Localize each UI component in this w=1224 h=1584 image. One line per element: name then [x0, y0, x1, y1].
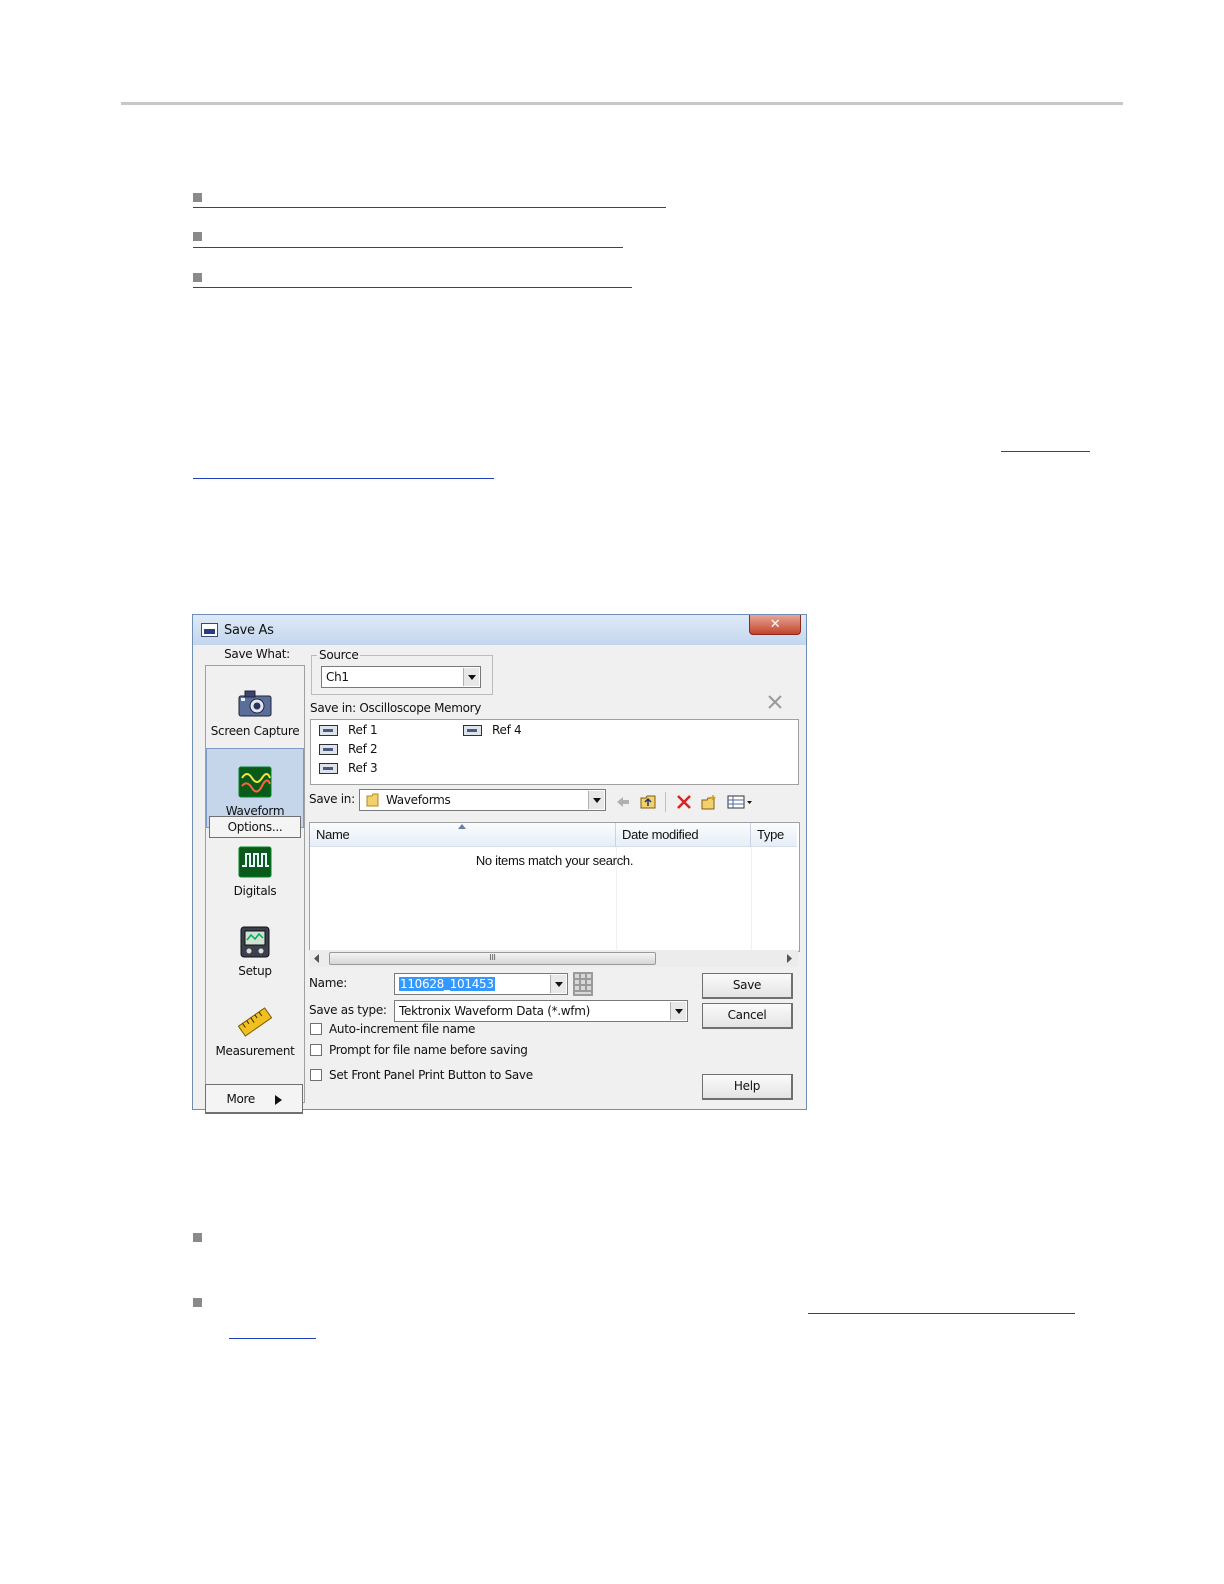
chevron-down-icon[interactable] [588, 791, 604, 809]
save-what-label: Save What: [224, 647, 290, 661]
ref-item[interactable]: Ref 4 [463, 723, 522, 737]
front-panel-print-checkbox[interactable] [310, 1069, 322, 1081]
bullet-5 [193, 1298, 202, 1307]
chevron-down-icon[interactable] [670, 1002, 686, 1020]
bullet-1 [193, 193, 202, 202]
waveform-icon [238, 766, 272, 798]
scroll-right-icon[interactable] [786, 954, 792, 963]
name-value: 110628_101453 [399, 977, 495, 991]
ref-item[interactable]: Ref 1 [319, 723, 378, 737]
column-header-name[interactable]: Name [310, 823, 616, 847]
link-underline-6[interactable] [808, 1313, 1075, 1314]
toolbar-separator [665, 792, 666, 812]
ref-memory-icon [319, 744, 338, 755]
bullet-2 [193, 232, 202, 241]
folder-select[interactable]: Waveforms [359, 789, 606, 811]
category-label: Measurement [215, 1044, 295, 1058]
help-button[interactable]: Help [702, 1074, 793, 1100]
source-label: Source [317, 648, 361, 662]
category-waveform[interactable]: Waveform [206, 766, 304, 818]
dialog-title: Save As [224, 623, 274, 638]
empty-message: No items match your search. [475, 853, 634, 868]
scroll-thumb[interactable]: III [329, 952, 656, 965]
new-folder-icon[interactable] [701, 794, 717, 810]
ref-memory-list: Ref 1 Ref 2 Ref 3 Ref 4 [310, 719, 799, 785]
title-bar: Save As ✕ [193, 615, 806, 645]
save-as-dialog: Save As ✕ Save What: Screen Capture Wave… [192, 614, 807, 1114]
category-screen-capture[interactable]: Screen Capture [206, 688, 304, 738]
horizontal-scrollbar[interactable]: III [309, 950, 798, 967]
keypad-icon[interactable] [573, 972, 593, 996]
chevron-down-icon[interactable] [550, 975, 566, 993]
category-measurement[interactable]: Measurement [206, 1006, 304, 1058]
save-button[interactable]: Save [702, 973, 793, 999]
back-arrow-icon[interactable] [615, 794, 631, 810]
camera-icon [238, 690, 272, 717]
auto-increment-checkbox[interactable] [310, 1023, 322, 1035]
save-what-panel: Screen Capture Waveform Options... Digit… [205, 665, 305, 1114]
save-as-type-label: Save as type: [309, 1003, 387, 1017]
ref-item[interactable]: Ref 2 [319, 742, 378, 756]
source-select[interactable]: Ch1 [321, 666, 481, 688]
ref-memory-icon [319, 763, 338, 774]
cancel-button[interactable]: Cancel [702, 1003, 793, 1029]
folder-name: Waveforms [386, 793, 451, 807]
auto-increment-label: Auto-increment file name [329, 1022, 476, 1036]
app-window-icon [201, 623, 218, 637]
link-underline-2[interactable] [193, 247, 623, 248]
link-underline-5[interactable] [193, 478, 494, 479]
view-menu-icon[interactable] [727, 794, 753, 810]
close-icon: ✕ [769, 617, 781, 632]
ref-memory-icon [463, 725, 482, 736]
link-underline-7[interactable] [229, 1338, 316, 1339]
chevron-down-icon[interactable] [463, 668, 479, 686]
prompt-file-name-label: Prompt for file name before saving [329, 1043, 528, 1057]
more-button[interactable]: More [205, 1084, 303, 1114]
save-as-type-select[interactable]: Tektronix Waveform Data (*.wfm) [394, 1000, 688, 1022]
options-button[interactable]: Options... [209, 816, 301, 838]
close-button[interactable]: ✕ [749, 615, 801, 635]
name-input[interactable]: 110628_101453 [394, 973, 568, 995]
category-setup[interactable]: Setup [206, 926, 304, 978]
front-panel-print-label: Set Front Panel Print Button to Save [329, 1068, 533, 1082]
link-underline-1[interactable] [193, 207, 666, 208]
category-label: Screen Capture [210, 724, 300, 738]
up-folder-icon[interactable] [640, 794, 656, 810]
delete-icon[interactable] [676, 794, 692, 810]
save-in-memory-label: Save in: Oscilloscope Memory [310, 701, 482, 715]
clear-x-icon[interactable] [768, 695, 782, 709]
ref-item[interactable]: Ref 3 [319, 761, 378, 775]
header-rule [121, 102, 1123, 105]
category-digitals[interactable]: Digitals [206, 846, 304, 898]
file-list: Name Date modified Type No items match y… [309, 822, 800, 952]
bullet-4 [193, 1233, 202, 1242]
column-header-date-modified[interactable]: Date modified [616, 823, 751, 847]
column-header-type[interactable]: Type [751, 823, 797, 847]
folder-icon [366, 793, 379, 807]
scroll-left-icon[interactable] [314, 954, 320, 963]
prompt-file-name-checkbox[interactable] [310, 1044, 322, 1056]
category-label: Digitals [233, 884, 277, 898]
ref-memory-icon [319, 725, 338, 736]
link-underline-3[interactable] [193, 287, 632, 288]
name-label: Name: [309, 976, 347, 990]
source-value: Ch1 [326, 670, 349, 684]
link-underline-4[interactable] [1001, 451, 1090, 452]
more-label: More [226, 1092, 256, 1106]
setup-icon [240, 926, 270, 958]
save-as-type-value: Tektronix Waveform Data (*.wfm) [399, 1004, 590, 1018]
measurement-ruler-icon [237, 1007, 273, 1037]
save-in-label: Save in: [309, 792, 355, 806]
digital-waveform-icon [238, 846, 272, 878]
triangle-right-icon [274, 1094, 282, 1105]
category-label: Setup [238, 964, 272, 978]
sort-up-icon [458, 824, 466, 829]
source-group: Source Ch1 [311, 648, 493, 695]
bullet-3 [193, 273, 202, 282]
